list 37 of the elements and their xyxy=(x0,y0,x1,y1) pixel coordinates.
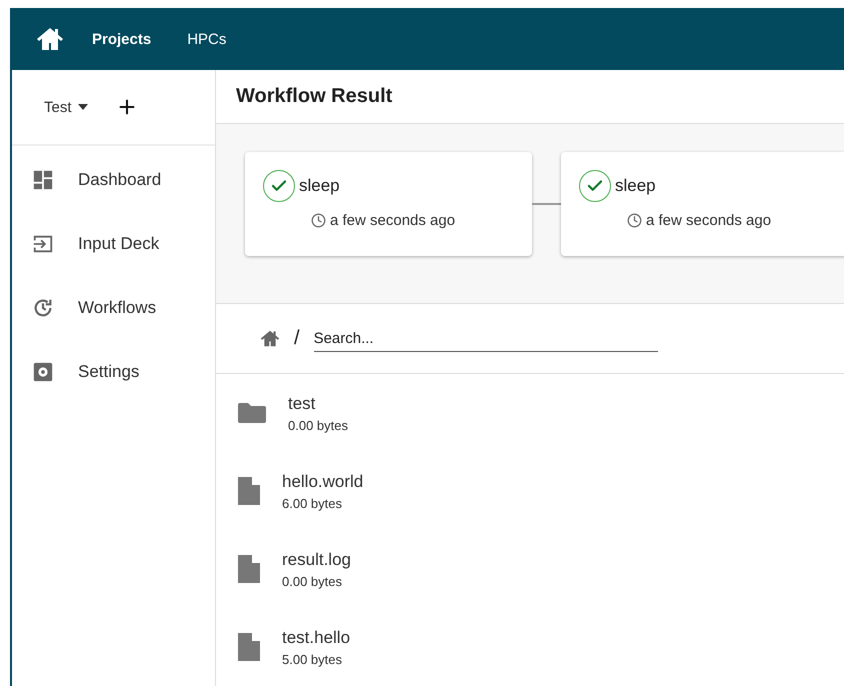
job-card[interactable]: sleep a few seconds ago xyxy=(561,152,844,256)
input-icon xyxy=(32,233,54,255)
file-name[interactable]: test.hello xyxy=(282,628,350,648)
sidebar-item[interactable]: Dashboard xyxy=(12,148,215,212)
project-dropdown[interactable]: Test xyxy=(42,96,90,118)
file-size: 0.00 bytes xyxy=(282,574,343,589)
nav-link[interactable]: HPCs xyxy=(179,26,234,52)
file-icon xyxy=(238,477,260,506)
dashboard-icon xyxy=(32,169,54,191)
caret-icon xyxy=(78,104,88,110)
file-name[interactable]: result.log xyxy=(282,550,351,570)
file-size: 0.00 bytes xyxy=(288,418,348,433)
file-size: 6.00 bytes xyxy=(282,496,343,511)
folder-icon xyxy=(238,402,266,424)
file-icon xyxy=(238,633,260,662)
file-size: 5.00 bytes xyxy=(282,652,343,667)
settings-icon xyxy=(32,361,54,383)
clock-icon xyxy=(627,212,642,228)
sidebar-item[interactable]: Input Deck xyxy=(12,212,215,276)
nav-link[interactable]: Projects xyxy=(84,26,160,52)
path-separator: / xyxy=(294,327,300,350)
file-name[interactable]: test xyxy=(288,394,348,414)
sidebar-item[interactable]: Workflows xyxy=(12,276,215,340)
home-icon[interactable] xyxy=(36,27,64,51)
clock-icon xyxy=(311,212,326,228)
job-name: sleep xyxy=(615,176,656,196)
page-title: Workflow Result xyxy=(236,84,392,108)
connector-line xyxy=(532,202,561,205)
sidebar-item[interactable]: Settings xyxy=(12,340,215,404)
job-name: sleep xyxy=(299,176,340,196)
job-card[interactable]: sleep a few seconds ago xyxy=(245,152,532,256)
file-name[interactable]: hello.world xyxy=(282,472,364,492)
job-time: a few seconds ago xyxy=(646,212,772,229)
file-icon xyxy=(238,555,260,584)
job-time: a few seconds ago xyxy=(330,212,456,229)
home-icon[interactable] xyxy=(260,330,280,347)
history-icon xyxy=(32,297,54,319)
